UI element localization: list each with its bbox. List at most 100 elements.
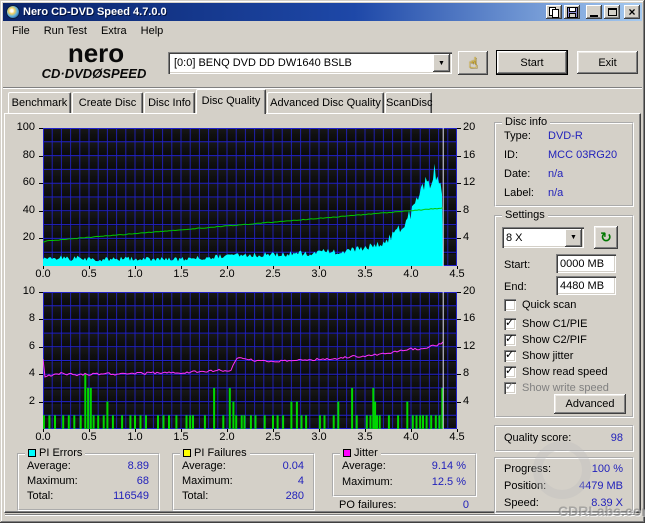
tick-mark (457, 292, 461, 293)
progress-value: 100 % (591, 463, 623, 475)
checkbox-icon[interactable] (504, 348, 516, 362)
y-axis-left-tick-label: 80 (22, 148, 35, 161)
menu-file[interactable]: File (5, 23, 37, 39)
tick-mark (273, 429, 274, 432)
speed-selector[interactable]: 8 X ▼ (502, 227, 584, 248)
pi-errors-total-label: Total: (27, 490, 54, 502)
checkbox-quick-scan[interactable]: Quick scan (504, 298, 576, 312)
eject-tray-button[interactable]: ☝ (458, 51, 488, 75)
x-axis-tick-label: 1.5 (173, 431, 189, 443)
tick-mark (273, 266, 274, 269)
end-position-field[interactable]: 4480 MB (556, 276, 616, 295)
close-icon: × (628, 4, 636, 19)
pi-errors-title: PI Errors (39, 447, 83, 459)
disc-type-label: Type: (504, 130, 531, 142)
pi-failures-average-value: 0.04 (282, 460, 304, 472)
pi-failures-jitter-chart (42, 291, 458, 430)
tick-mark (227, 266, 228, 269)
pi-errors-maximum-value: 68 (136, 475, 149, 487)
drive-selector[interactable]: [0:0] BENQ DVD DD DW1640 BSLB ▼ (168, 52, 452, 74)
pi-errors-total-value: 116549 (113, 490, 149, 502)
x-axis-tick-label: 2.5 (265, 431, 281, 443)
checkbox-show-read-speed[interactable]: Show read speed (504, 364, 608, 379)
tick-mark (457, 374, 461, 376)
pi-failures-average-label: Average: (182, 460, 226, 472)
app-icon[interactable] (6, 5, 20, 19)
disc-label-value: n/a (548, 187, 564, 199)
pi-failures-maximum-value: 4 (297, 475, 304, 487)
tab-disc-quality[interactable]: Disc Quality (196, 89, 266, 114)
tab-advanced-disc-quality[interactable]: Advanced Disc Quality (267, 92, 384, 113)
checkbox-show-write-speed: Show write speed (504, 380, 609, 395)
copy-to-clipboard-button[interactable] (546, 5, 562, 19)
exit-button[interactable]: Exit (577, 51, 638, 74)
checkbox-show-c2-pif[interactable]: Show C2/PIF (504, 332, 587, 347)
refresh-button[interactable]: ↻ (594, 226, 618, 249)
disc-type-value: DVD-R (548, 130, 583, 142)
start-button[interactable]: Start (496, 50, 568, 75)
pi-errors-average-value: 8.89 (127, 460, 149, 472)
y-axis-right-tick-label: 12 (463, 176, 476, 189)
y-axis-left-tick-label: 60 (22, 176, 35, 189)
checkbox-icon[interactable] (504, 332, 516, 346)
checkbox-show-c1-pie[interactable]: Show C1/PIE (504, 316, 587, 331)
tab-create-disc[interactable]: Create Disc (72, 92, 143, 113)
tick-mark (39, 346, 43, 348)
jitter-title: Jitter (354, 447, 378, 459)
x-axis-tick-label: 4.5 (449, 431, 465, 443)
chevron-down-icon[interactable]: ▼ (565, 228, 582, 247)
maximize-button[interactable] (604, 5, 620, 19)
tab-benchmark[interactable]: Benchmark (8, 92, 71, 113)
jitter-legend-chip (343, 449, 351, 457)
tick-mark (457, 401, 461, 403)
checkbox-icon (504, 380, 516, 394)
pi-failures-title: PI Failures (194, 447, 247, 459)
disc-id-value: MCC 03RG20 (548, 149, 618, 161)
start-position-field[interactable]: 0000 MB (556, 254, 616, 273)
chevron-down-icon[interactable]: ▼ (433, 54, 450, 72)
menu-extra[interactable]: Extra (94, 23, 134, 39)
x-axis-tick-label: 0.0 (35, 431, 51, 443)
x-axis-tick-label: 3.5 (357, 431, 373, 443)
tick-mark (135, 266, 136, 269)
tick-mark (135, 429, 136, 432)
menu-help[interactable]: Help (134, 23, 171, 39)
disc-date-value: n/a (548, 168, 564, 180)
po-failures-value: 0 (462, 499, 469, 511)
pi-errors-stats: PI Errors Average: 8.89 Maximum: 68 Tota… (17, 447, 160, 511)
checkbox-icon[interactable] (504, 364, 516, 378)
watermark-text: CDRLabs.com (558, 503, 645, 519)
menu-run-test[interactable]: Run Test (37, 23, 94, 39)
checkbox-icon[interactable] (504, 299, 516, 311)
close-button[interactable]: × (624, 5, 640, 19)
tick-mark (457, 429, 458, 432)
y-axis-right-tick-label: 12 (463, 339, 476, 352)
checkbox-show-jitter[interactable]: Show jitter (504, 348, 573, 363)
window-title: Nero CD-DVD Speed 4.7.0.0 (23, 6, 167, 18)
pi-failures-stats: PI Failures Average: 0.04 Maximum: 4 Tot… (172, 447, 315, 511)
x-axis-tick-label: 0.5 (81, 431, 97, 443)
x-axis-tick-label: 1.0 (127, 431, 143, 443)
advanced-button[interactable]: Advanced (554, 394, 626, 414)
tick-mark (457, 155, 461, 157)
tab-scandisc[interactable]: ScanDisc (385, 92, 432, 113)
jitter-maximum-value: 12.5 % (431, 476, 466, 488)
x-axis-tick-label: 0.5 (81, 268, 97, 280)
save-button[interactable] (564, 5, 580, 19)
tick-mark (457, 346, 461, 348)
disc-id-label: ID: (504, 149, 519, 161)
save-icon (566, 6, 578, 18)
tick-mark (39, 128, 43, 129)
tick-mark (411, 266, 412, 269)
tab-disc-info[interactable]: Disc Info (144, 92, 195, 113)
tick-mark (227, 429, 228, 432)
pi-failures-total-value: 280 (285, 490, 304, 502)
nero-logo: nero (67, 38, 125, 68)
pi-failures-total-label: Total: (182, 490, 209, 502)
tick-mark (319, 266, 320, 269)
jitter-maximum-label: Maximum: (342, 476, 393, 488)
checkbox-icon[interactable] (504, 316, 516, 330)
pi-errors-average-label: Average: (27, 460, 71, 472)
minimize-button[interactable] (586, 5, 602, 19)
tick-mark (319, 429, 320, 432)
